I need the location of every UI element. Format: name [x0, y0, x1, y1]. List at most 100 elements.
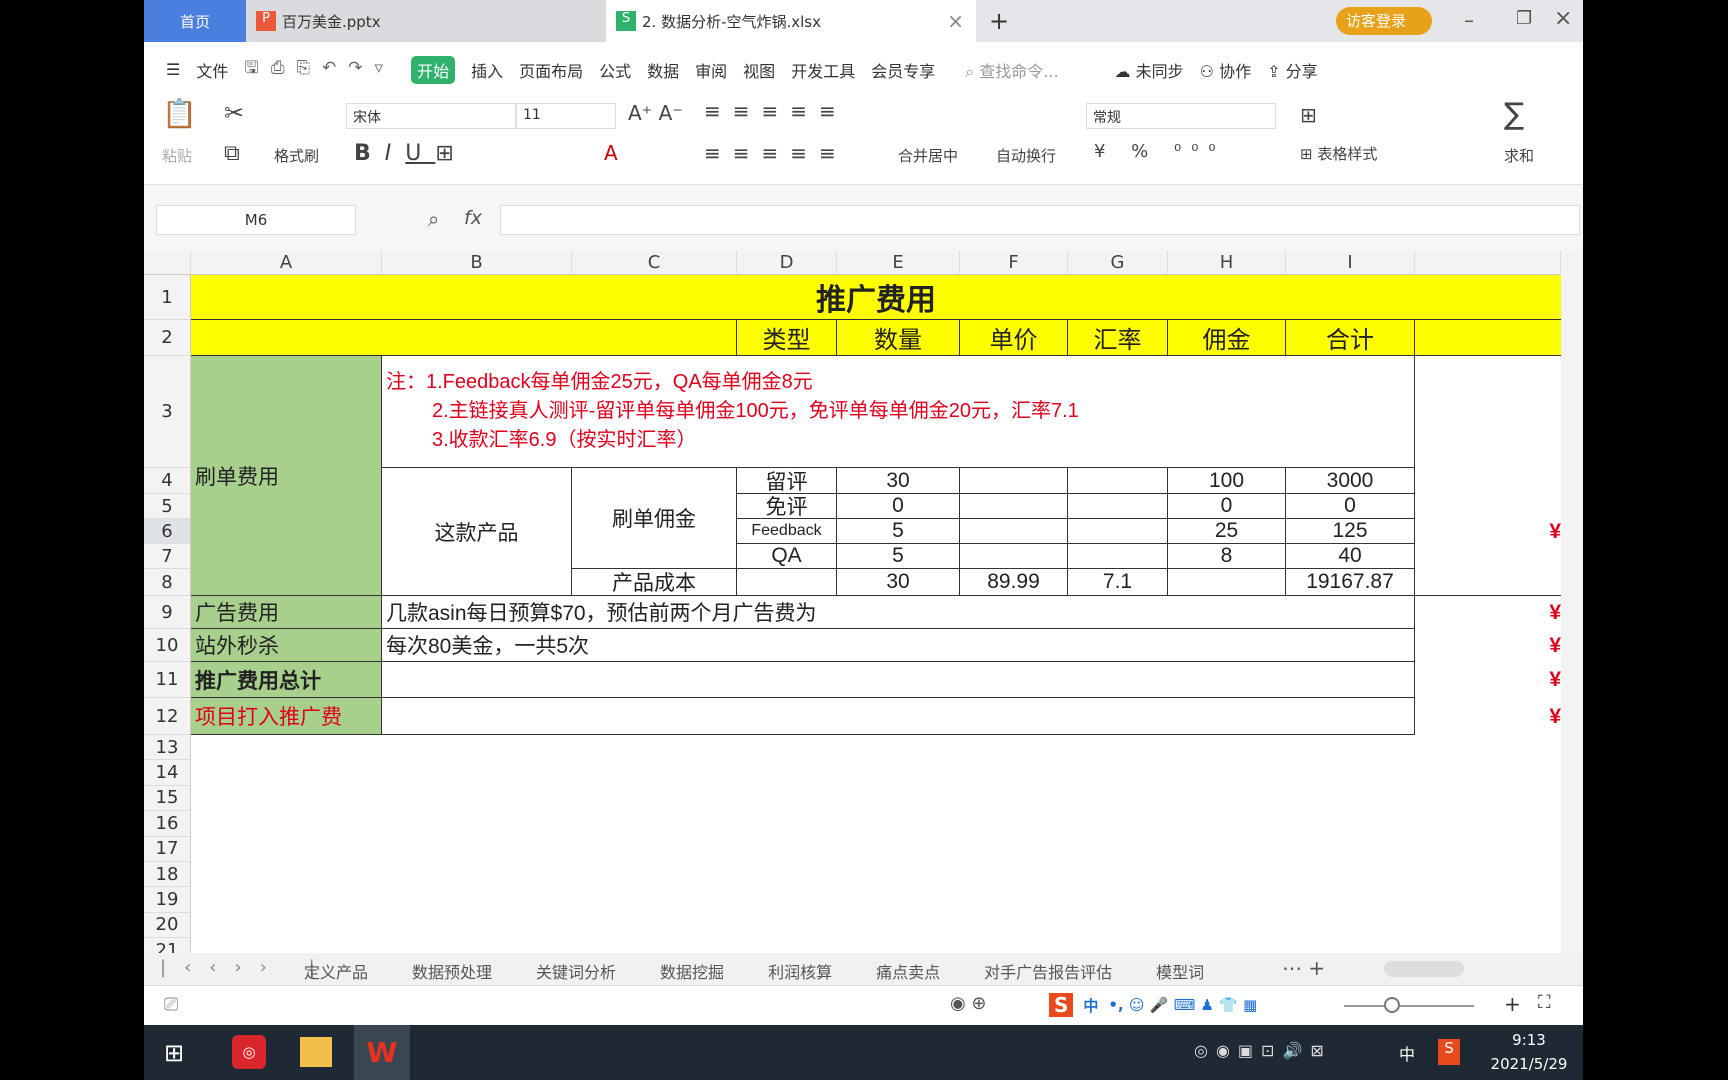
- sheet-title[interactable]: 推广费用: [191, 275, 1561, 320]
- item-rate[interactable]: [1068, 519, 1168, 544]
- fx-icon[interactable]: fx: [464, 207, 482, 229]
- horizontal-scrollbar[interactable]: [1384, 961, 1464, 977]
- vertical-scrollbar[interactable]: [1561, 251, 1583, 953]
- zoom-slider[interactable]: [1344, 997, 1474, 1013]
- sheet-tab[interactable]: 痛点卖点: [876, 959, 940, 983]
- row-header-6[interactable]: 6: [144, 519, 191, 544]
- item-commission[interactable]: 0: [1168, 494, 1286, 519]
- column-label[interactable]: 类型: [737, 320, 837, 356]
- header-blank-j[interactable]: [1415, 320, 1561, 356]
- row-header-1[interactable]: 1: [144, 275, 191, 320]
- menu-formula[interactable]: 公式: [599, 58, 631, 82]
- sheet-tab[interactable]: 模型词: [1156, 959, 1204, 983]
- menu-file[interactable]: 文件: [196, 58, 228, 82]
- item-total[interactable]: 3000: [1286, 468, 1415, 494]
- restore-icon[interactable]: ❐: [1516, 8, 1532, 29]
- cell-j3[interactable]: [1415, 356, 1561, 596]
- windows-start-icon[interactable]: ⊞: [164, 1039, 184, 1067]
- cost-label[interactable]: 产品成本: [572, 569, 737, 596]
- column-header-G[interactable]: G: [1068, 251, 1168, 275]
- column-label[interactable]: 佣金: [1168, 320, 1286, 356]
- item-rate[interactable]: [1068, 494, 1168, 519]
- row-header-15[interactable]: 15: [144, 785, 191, 812]
- item-type[interactable]: 留评: [737, 468, 837, 494]
- collab-button[interactable]: ⚇ 协作: [1200, 58, 1251, 82]
- name-box[interactable]: M6: [156, 205, 356, 235]
- row-header-14[interactable]: 14: [144, 760, 191, 786]
- item-commission[interactable]: 8: [1168, 544, 1286, 569]
- yen-value[interactable]: ¥: [1415, 629, 1561, 662]
- row-header-19[interactable]: 19: [144, 887, 191, 913]
- cost-price[interactable]: 89.99: [960, 569, 1068, 596]
- tray-lang[interactable]: 中: [1399, 1041, 1415, 1065]
- system-tray-icons[interactable]: ◎◉▣⊡🔊⊠: [1194, 1041, 1332, 1060]
- sheet-tab[interactable]: 数据预处理: [412, 959, 492, 983]
- row-header-20[interactable]: 20: [144, 912, 191, 939]
- command-search[interactable]: ⌕ 查找命令...: [965, 58, 1058, 82]
- ime-toolbar[interactable]: S 中 •, ☺ 🎤 ⌨ ♟ 👕 ▦: [1049, 989, 1339, 1021]
- yen-value[interactable]: ¥: [1415, 698, 1561, 735]
- column-header-I[interactable]: I: [1286, 251, 1415, 275]
- add-sheet-button[interactable]: ⋯ +: [1282, 956, 1325, 980]
- copy-icon[interactable]: ⧉: [224, 141, 240, 166]
- row-header-16[interactable]: 16: [144, 811, 191, 837]
- sum-icon[interactable]: ∑: [1504, 97, 1524, 132]
- column-header-B[interactable]: B: [382, 251, 572, 275]
- sheet-tab[interactable]: 定义产品: [304, 959, 368, 983]
- menu-review[interactable]: 审阅: [695, 58, 727, 82]
- menu-insert[interactable]: 插入: [471, 58, 503, 82]
- column-header-C[interactable]: C: [572, 251, 737, 275]
- share-button[interactable]: ⇪ 分享: [1267, 58, 1318, 82]
- cell-brush-commission[interactable]: 刷单佣金: [572, 468, 737, 569]
- sync-button[interactable]: ☁ 未同步: [1115, 58, 1184, 82]
- cut-icon[interactable]: ✂: [224, 99, 244, 127]
- column-header-A[interactable]: A: [191, 251, 382, 275]
- number-format-select[interactable]: 常规: [1086, 103, 1276, 129]
- paste-icon[interactable]: 📋: [162, 97, 197, 130]
- column-header-H[interactable]: H: [1168, 251, 1286, 275]
- yen-value[interactable]: ¥: [1415, 662, 1561, 698]
- close-window-icon[interactable]: ×: [1554, 6, 1572, 31]
- menu-view[interactable]: 视图: [743, 58, 775, 82]
- row-header-7[interactable]: 7: [144, 544, 191, 569]
- menu-start[interactable]: 开始: [411, 55, 456, 84]
- tab-pptx[interactable]: P 百万美金.pptx: [246, 0, 606, 42]
- notes-cell[interactable]: 注：1.Feedback每单佣金25元，QA每单佣金8元 2.主链接真人测评-留评…: [382, 356, 1415, 468]
- format-buttons[interactable]: BIU⊞: [354, 141, 468, 166]
- item-rate[interactable]: [1068, 544, 1168, 569]
- eye-protect-icon[interactable]: ◉ ⊕: [950, 993, 987, 1014]
- yen-value[interactable]: ¥: [1415, 519, 1561, 544]
- column-header-F[interactable]: F: [960, 251, 1068, 275]
- sogou-tray-icon[interactable]: S: [1438, 1039, 1460, 1065]
- item-qty[interactable]: 5: [837, 544, 960, 569]
- item-qty[interactable]: 5: [837, 519, 960, 544]
- item-type[interactable]: Feedback: [737, 519, 837, 544]
- condition-format-icon[interactable]: ⊞: [1300, 103, 1317, 127]
- sheet-tab[interactable]: 数据挖掘: [660, 959, 724, 983]
- cell-a3-brush-cost[interactable]: 刷单费用: [191, 356, 382, 596]
- flash-desc[interactable]: 每次80美金，一共5次: [382, 629, 1415, 662]
- tab-xlsx[interactable]: S 2. 数据分析-空气炸锅.xlsx ×: [606, 0, 976, 42]
- row-header-8[interactable]: 8: [144, 569, 191, 596]
- menu-data[interactable]: 数据: [647, 58, 679, 82]
- yen-value[interactable]: ¥: [1415, 596, 1561, 629]
- item-price[interactable]: [960, 519, 1068, 544]
- cost-comm[interactable]: [1168, 569, 1286, 596]
- quick-access-icons[interactable]: 🖫⎙⎘↶↷▿: [244, 55, 395, 84]
- item-qty[interactable]: 30: [837, 468, 960, 494]
- column-label[interactable]: 数量: [837, 320, 960, 356]
- row-header-3[interactable]: 3: [144, 356, 191, 468]
- font-size-select[interactable]: 11: [516, 103, 616, 129]
- cell-product[interactable]: 这款产品: [382, 468, 572, 596]
- menu-member[interactable]: 会员专享: [871, 58, 935, 82]
- align-buttons[interactable]: ≡≡≡≡≡: [704, 99, 848, 123]
- wps-taskbar-icon[interactable]: W: [354, 1025, 410, 1080]
- number-buttons[interactable]: ¥ % ⁰⁰⁰: [1094, 141, 1226, 162]
- row-header-9[interactable]: 9: [144, 596, 191, 629]
- item-price[interactable]: [960, 468, 1068, 494]
- cost-type[interactable]: [737, 569, 837, 596]
- hamburger-icon[interactable]: ☰: [166, 60, 180, 79]
- tab-home[interactable]: 首页: [144, 0, 246, 42]
- item-commission[interactable]: 100: [1168, 468, 1286, 494]
- project-value[interactable]: [382, 698, 1415, 735]
